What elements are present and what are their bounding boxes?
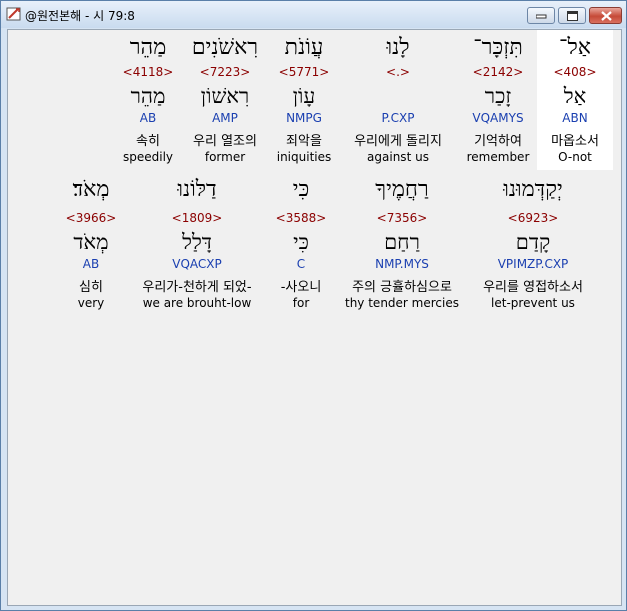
english-gloss: let-prevent us: [491, 296, 575, 310]
word-cell[interactable]: רִאשֹׁנִים <7223> רִאשׁוֹן AMP 우리 열조의 fo…: [177, 30, 273, 170]
hebrew-word: מַהֵר: [129, 35, 167, 60]
word-cell[interactable]: לָנוּ <.> P.CXP 우리에게 돌리지 against us: [338, 30, 458, 170]
strong-number: <2142>: [472, 65, 524, 79]
english-gloss: O-not: [558, 150, 592, 164]
word-cell[interactable]: יְקַדְּמוּנוּ <6923> קָדַם VPIMZP.CXP 우리…: [468, 176, 598, 316]
korean-gloss: 우리가-천하게 되었-: [142, 280, 252, 295]
word-cell[interactable]: עֲוֹנֹת <5771> עָוֹן NMPG 죄악을 iniquities: [269, 30, 339, 170]
korean-gloss: 우리 열조의: [193, 134, 257, 149]
morph-code: AMP: [212, 111, 238, 125]
lemma: דָּלַל: [182, 230, 212, 254]
hebrew-word: מְאֹד׃: [72, 177, 110, 202]
word-cell[interactable]: מְאֹד׃ <3966> מְאֹד AB 심히 very: [58, 176, 124, 316]
strong-number: <.>: [386, 65, 410, 79]
korean-gloss: 주의 긍휼하심으로: [352, 280, 452, 295]
morph-code: VPIMZP.CXP: [497, 257, 569, 271]
english-gloss: very: [77, 296, 105, 310]
morph-code: AB: [82, 257, 100, 271]
close-icon: [601, 11, 612, 21]
lemma: מַהֵר: [130, 84, 166, 108]
morph-code: C: [296, 257, 306, 271]
morph-code: NMP.MYS: [375, 257, 429, 271]
morph-code: VQACXP: [172, 257, 222, 271]
word-cell[interactable]: תִּזְכָּר־ <2142> זָכַר VQAMYS 기억하여 reme…: [458, 30, 538, 170]
english-gloss: we are brouht-low: [142, 296, 252, 310]
english-gloss: remember: [466, 150, 530, 164]
strong-number: <7356>: [376, 211, 428, 225]
morph-code: AB: [139, 111, 157, 125]
lemma: קָדַם: [515, 230, 551, 254]
morph-code: ABN: [562, 111, 588, 125]
hebrew-word: עֲוֹנֹת: [284, 35, 324, 60]
lemma: רַחַם: [384, 230, 420, 254]
strong-number: <5771>: [278, 65, 330, 79]
strong-number: <7223>: [199, 65, 251, 79]
lemma: כִּי: [293, 230, 309, 254]
english-gloss: iniquities: [276, 150, 332, 164]
english-gloss: against us: [367, 150, 429, 164]
interlinear-panel[interactable]: אַל־ <408> אַל ABN 마옵소서 O-not תִּזְכָּר־…: [7, 29, 622, 606]
english-gloss: thy tender mercies: [345, 296, 459, 310]
korean-gloss: 속히: [136, 134, 160, 149]
korean-gloss: -사오니: [280, 280, 322, 295]
hebrew-word: תִּזְכָּר־: [473, 35, 523, 60]
english-gloss: speedily: [122, 150, 174, 164]
hebrew-word: רַחֲמֶיךָ: [375, 177, 429, 202]
maximize-button[interactable]: [558, 7, 586, 24]
hebrew-word: אַל־: [559, 35, 591, 60]
strong-number: <6923>: [507, 211, 559, 225]
word-cell[interactable]: אַל־ <408> אַל ABN 마옵소서 O-not: [537, 30, 613, 170]
korean-gloss: 심히: [79, 280, 103, 295]
word-cell[interactable]: דַלּוֹנוּ <1809> דָּלַל VQACXP 우리가-천하게 되…: [126, 176, 268, 316]
english-gloss: for: [292, 296, 310, 310]
lemma: אַל: [563, 84, 587, 108]
app-window: @원전본해 - 시 79:8 אַל־ <408> אַל ABN 마옵소서 O…: [0, 0, 627, 611]
app-icon: [6, 7, 21, 21]
morph-code: NMPG: [286, 111, 322, 125]
minimize-button[interactable]: [527, 7, 555, 24]
title-bar[interactable]: @원전본해 - 시 79:8: [1, 1, 626, 28]
word-cell[interactable]: כִּי <3588> כִּי C -사오니 for: [268, 176, 334, 316]
korean-gloss: 우리에게 돌리지: [354, 134, 442, 149]
hebrew-word: רִאשֹׁנִים: [191, 35, 259, 60]
strong-number: <1809>: [171, 211, 223, 225]
word-cell[interactable]: רַחֲמֶיךָ <7356> רַחַם NMP.MYS 주의 긍휼하심으로…: [338, 176, 466, 316]
lemma: מְאֹד: [73, 230, 109, 254]
strong-number: <408>: [553, 65, 597, 79]
strong-number: <3588>: [275, 211, 327, 225]
korean-gloss: 마옵소서: [551, 134, 599, 149]
window-title: @원전본해 - 시 79:8: [25, 9, 135, 23]
hebrew-word: כִּי: [292, 177, 310, 202]
strong-number: <3966>: [65, 211, 117, 225]
lemma: זָכַר: [484, 84, 512, 108]
close-button[interactable]: [589, 7, 622, 24]
strong-number: <4118>: [122, 65, 174, 79]
hebrew-word: דַלּוֹנוּ: [177, 177, 217, 202]
lemma: עָוֹן: [292, 84, 316, 108]
english-gloss: former: [204, 150, 246, 164]
minimize-icon: [536, 14, 547, 19]
korean-gloss: 우리를 영접하소서: [483, 280, 583, 295]
lemma: רִאשׁוֹן: [200, 84, 250, 108]
morph-code: P.CXP: [381, 111, 415, 125]
maximize-icon: [567, 11, 578, 21]
hebrew-word: לָנוּ: [386, 35, 410, 60]
morph-code: VQAMYS: [472, 111, 524, 125]
korean-gloss: 기억하여: [474, 134, 522, 149]
korean-gloss: 죄악을: [286, 134, 322, 149]
word-cell[interactable]: מַהֵר <4118> מַהֵר AB 속히 speedily: [118, 30, 178, 170]
hebrew-word: יְקַדְּמוּנוּ: [503, 177, 563, 202]
